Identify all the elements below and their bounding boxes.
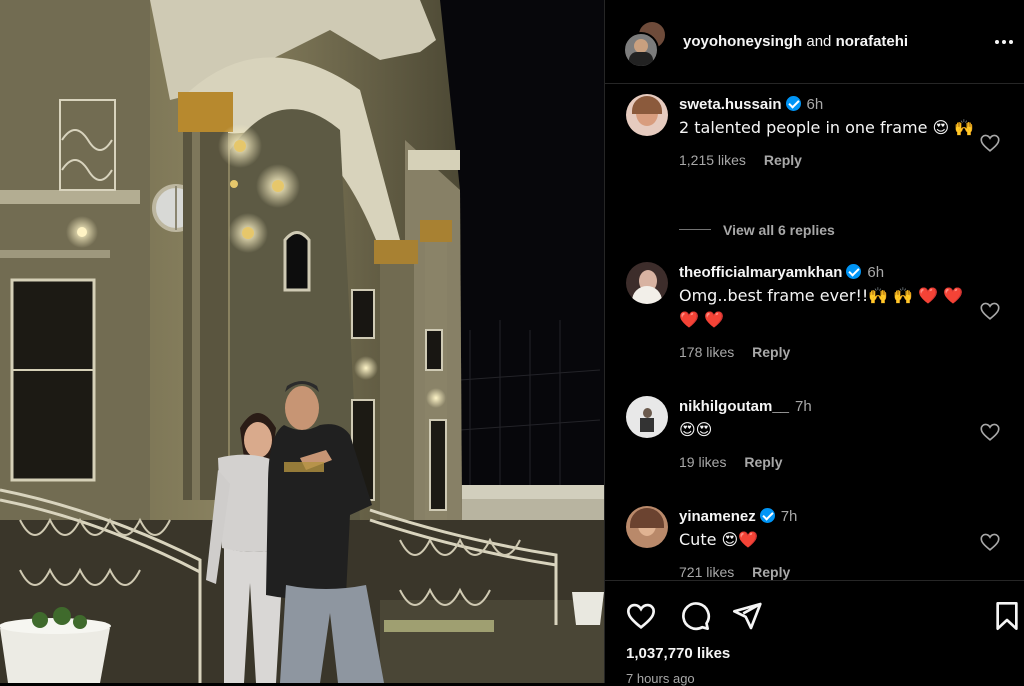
author-link-2[interactable]: norafatehi: [836, 33, 909, 50]
avatar-yoyohoneysingh[interactable]: [623, 32, 659, 68]
comment-time[interactable]: 7h: [781, 508, 798, 525]
post-header: yoyohoneysingh and norafatehi: [605, 0, 1024, 84]
verified-badge-icon: [846, 264, 862, 279]
comments-list[interactable]: sweta.hussain 6h 2 talented people in one…: [605, 84, 1024, 580]
collab-avatars[interactable]: [623, 20, 671, 68]
post-photo[interactable]: [0, 0, 604, 683]
save-bookmark-icon[interactable]: [991, 600, 1023, 632]
comment-text: Omg..best frame ever!!🙌 🙌 ❤️ ❤️ ❤️ ❤️: [679, 286, 964, 329]
comment-likes[interactable]: 1,215 likes: [679, 152, 746, 168]
comment-username[interactable]: nikhilgoutam__: [679, 398, 789, 415]
replies-divider: [679, 229, 711, 230]
post-authors: yoyohoneysingh and norafatehi: [683, 33, 908, 50]
comment-like-heart-icon[interactable]: [979, 531, 1001, 553]
view-replies-button[interactable]: View all 6 replies: [723, 222, 835, 238]
reply-button[interactable]: Reply: [764, 152, 802, 168]
comment-like-heart-icon[interactable]: [979, 132, 1001, 154]
comment-meta: 178 likes Reply: [679, 344, 979, 360]
comment-body: sweta.hussain 6h 2 talented people in one…: [679, 96, 979, 168]
comment-body: theofficialmaryamkhan 6h Omg..best frame …: [679, 264, 979, 360]
comment-meta: 19 likes Reply: [679, 454, 979, 470]
comment-likes[interactable]: 19 likes: [679, 454, 726, 470]
share-paper-plane-icon[interactable]: [731, 600, 763, 632]
photo-illustration: [0, 0, 604, 683]
post-actions: 1,037,770 likes 7 hours ago: [605, 580, 1024, 686]
avatar[interactable]: [626, 506, 668, 548]
post-like-count[interactable]: 1,037,770 likes: [626, 645, 730, 662]
comment-bubble-icon[interactable]: [679, 600, 711, 632]
comment-body: yinamenez 7h Cute 😍❤️ 721 likes Reply: [679, 508, 979, 580]
reply-button[interactable]: Reply: [752, 344, 790, 360]
like-heart-icon[interactable]: [625, 600, 657, 632]
verified-badge-icon: [759, 508, 775, 523]
authors-joiner: and: [806, 33, 832, 50]
comment-time[interactable]: 7h: [795, 398, 812, 415]
comment-username[interactable]: sweta.hussain: [679, 96, 782, 113]
avatar[interactable]: [626, 262, 668, 304]
comment-username[interactable]: theofficialmaryamkhan: [679, 264, 842, 281]
comment-time[interactable]: 6h: [807, 96, 824, 113]
comment-like-heart-icon[interactable]: [979, 421, 1001, 443]
comment-text: Cute 😍❤️: [679, 530, 759, 549]
more-options-icon[interactable]: [991, 30, 1017, 54]
reply-button[interactable]: Reply: [752, 564, 790, 580]
comment-text: 2 talented people in one frame 😍 🙌: [679, 118, 975, 137]
comment-text: 😍😍: [679, 420, 713, 439]
reply-button[interactable]: Reply: [744, 454, 782, 470]
avatar[interactable]: [626, 396, 668, 438]
post-sidebar: yoyohoneysingh and norafatehi sweta.huss…: [604, 0, 1024, 686]
verified-badge-icon: [785, 96, 801, 111]
post-timestamp[interactable]: 7 hours ago: [626, 671, 695, 686]
comment-time[interactable]: 6h: [867, 264, 884, 281]
comment-likes[interactable]: 721 likes: [679, 564, 734, 580]
avatar[interactable]: [626, 94, 668, 136]
comment-like-heart-icon[interactable]: [979, 300, 1001, 322]
comment-username[interactable]: yinamenez: [679, 508, 756, 525]
author-link-1[interactable]: yoyohoneysingh: [683, 33, 802, 50]
comment-meta: 1,215 likes Reply: [679, 152, 979, 168]
comment-meta: 721 likes Reply: [679, 564, 979, 580]
comment-body: nikhilgoutam__ 7h 😍😍 19 likes Reply: [679, 398, 979, 470]
comment-likes[interactable]: 178 likes: [679, 344, 734, 360]
